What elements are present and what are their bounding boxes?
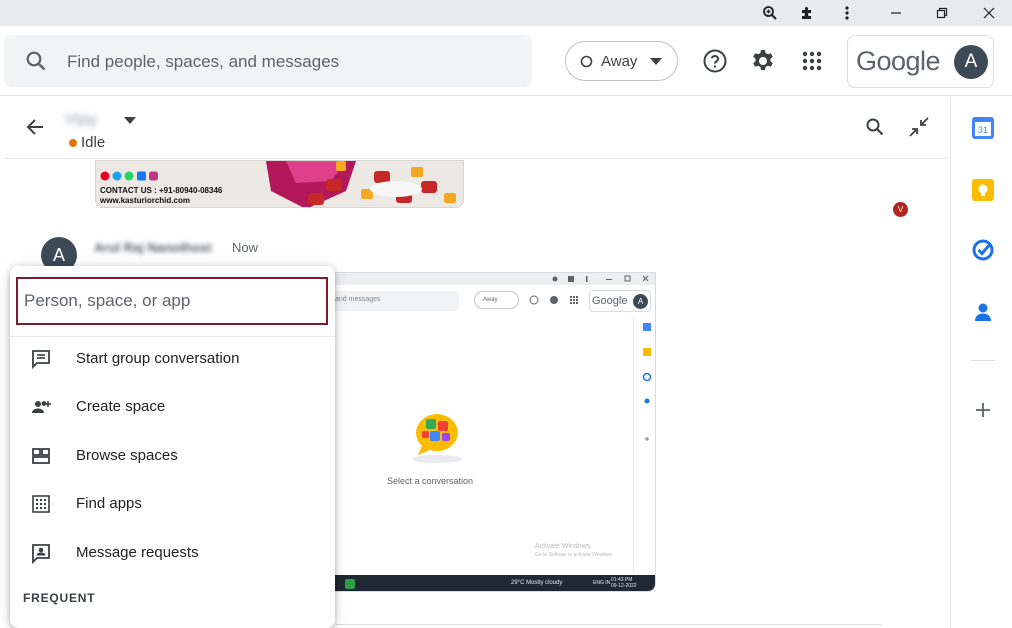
mini-right-rail [633, 317, 655, 573]
browser-title-bar [0, 0, 1012, 26]
shared-image-banner[interactable]: CONTACT US : +91-80940-08346 www.kasturi… [95, 160, 464, 208]
idle-status-dot [69, 139, 77, 147]
message-timestamp: Now [232, 240, 259, 255]
menu-item-label: Find apps [76, 495, 142, 512]
search-in-conversation-icon[interactable] [865, 117, 885, 137]
more-vert-icon[interactable] [836, 3, 858, 23]
restore-icon[interactable] [931, 3, 953, 23]
mini-brand: Google [592, 295, 628, 307]
status-dropdown[interactable]: Away [565, 41, 678, 81]
browse-spaces-icon [30, 445, 52, 467]
taskbar-weather: 29°C Mostly cloudy [511, 580, 563, 586]
extensions-icon[interactable] [796, 3, 818, 23]
create-space-item[interactable]: Create space [10, 384, 335, 430]
search-placeholder[interactable]: Find people, spaces, and messages [67, 52, 339, 72]
banner-website: www.kasturiorchid.com [100, 196, 190, 205]
conversation-header: Vijay Idle [5, 97, 950, 159]
calendar-day: 31 [978, 125, 988, 135]
taskbar-date: 09-12-2022 [611, 583, 637, 589]
read-receipt-avatar: V [893, 202, 908, 217]
mini-status-text: Away [483, 297, 498, 303]
rail-divider [971, 360, 995, 361]
contacts-icon[interactable] [971, 300, 995, 324]
watermark-title: Activate Windows [535, 543, 591, 550]
banner-contact-text: CONTACT US : +91-80940-08346 www.kasturi… [100, 186, 222, 206]
mini-empty-state: Select a conversation [387, 476, 474, 486]
help-icon[interactable] [701, 47, 729, 75]
mini-header-icons [529, 295, 578, 305]
calendar-icon[interactable]: 31 [971, 116, 995, 140]
caret-down-icon[interactable] [124, 117, 136, 124]
activate-windows-watermark: Activate Windows Go to Settings to activ… [535, 543, 614, 559]
zoom-icon[interactable] [759, 3, 781, 23]
mini-search-bar: and messages [331, 291, 459, 311]
settings-gear-icon[interactable] [749, 47, 777, 75]
taskbar-clock: 01:43 PM 09-12-2022 [611, 577, 637, 589]
taskbar-lang: ENG IN [593, 580, 611, 586]
menu-item-label: Start group conversation [76, 350, 240, 367]
account-avatar[interactable]: A [954, 45, 988, 79]
watermark-sub: Go to Settings to activate Windows. [535, 552, 614, 558]
google-apps-icon[interactable] [798, 47, 826, 75]
group-chat-icon [30, 348, 52, 370]
back-arrow-icon[interactable] [25, 117, 45, 137]
sender-name: Arul Raj Nanothost [94, 240, 212, 255]
minimize-icon[interactable] [885, 3, 907, 23]
screenshot-attachment[interactable]: and messages Away Google A Select a conve… [330, 272, 656, 592]
contact-name[interactable]: Vijay [65, 111, 97, 128]
menu-item-label: Message requests [76, 544, 199, 561]
browse-spaces-item[interactable]: Browse spaces [10, 433, 335, 479]
create-space-icon [30, 396, 52, 418]
minimize-chat-icon[interactable] [908, 116, 930, 138]
mini-account-box: Google A [589, 290, 651, 312]
right-side-panel: 31 [950, 97, 1012, 628]
away-status-icon [580, 55, 593, 68]
mini-avatar: A [633, 294, 648, 309]
banner-phone: CONTACT US : +91-80940-08346 [100, 186, 223, 195]
taskbar-app-icon [345, 579, 355, 589]
person-space-app-input[interactable] [16, 277, 328, 325]
find-apps-item[interactable]: Find apps [10, 481, 335, 527]
google-logo: Google [856, 46, 941, 76]
compose-area-edge [336, 624, 881, 628]
app-header: Find people, spaces, and messages Away G… [0, 26, 1012, 96]
mini-search-text: and messages [335, 296, 381, 303]
status-label: Away [601, 53, 638, 70]
close-icon[interactable] [978, 3, 1000, 23]
frequent-section-header: FREQUENT [23, 591, 96, 605]
add-app-icon[interactable] [971, 398, 995, 422]
start-group-conversation-item[interactable]: Start group conversation [10, 336, 335, 382]
new-chat-menu: Start group conversation Create space Br… [10, 266, 335, 628]
keep-icon[interactable] [971, 178, 995, 202]
mini-title-bar [331, 273, 655, 285]
apps-grid-icon [30, 493, 52, 515]
message-requests-icon [30, 542, 52, 564]
contact-status: Idle [81, 134, 106, 151]
menu-item-label: Browse spaces [76, 447, 178, 464]
windows-taskbar: 29°C Mostly cloudy ENG IN 01:43 PM 09-12… [331, 575, 655, 591]
account-switcher[interactable]: Google A [847, 35, 994, 88]
search-bar[interactable]: Find people, spaces, and messages [4, 35, 532, 87]
select-conversation-illustration [412, 414, 462, 463]
message-requests-item[interactable]: Message requests [10, 530, 335, 576]
caret-down-icon [650, 58, 662, 65]
mini-status-chip: Away [474, 291, 519, 309]
tasks-icon[interactable] [971, 238, 995, 262]
menu-item-label: Create space [76, 398, 166, 415]
search-icon[interactable] [25, 50, 47, 72]
